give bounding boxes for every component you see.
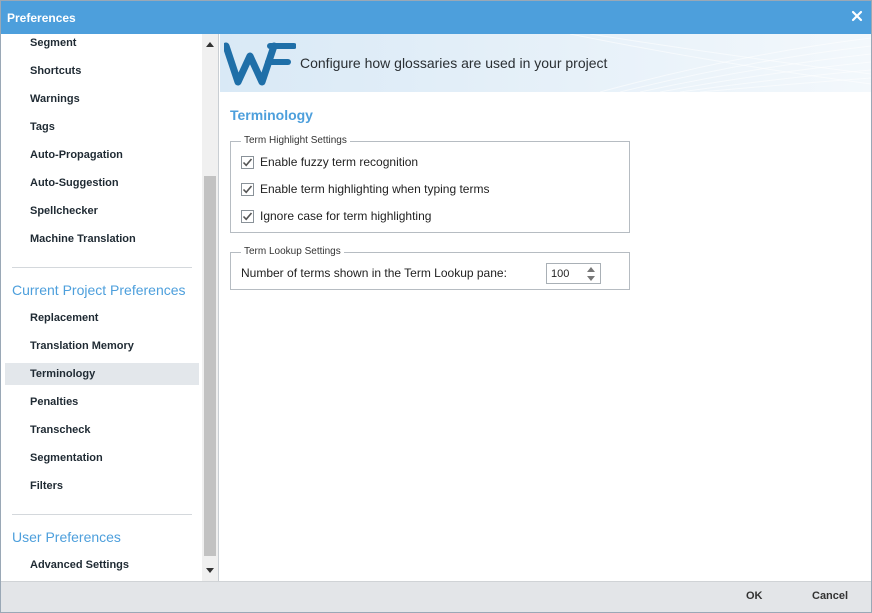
sidebar-item-replacement[interactable]: Replacement: [5, 307, 199, 329]
sidebar-item-machine-translation[interactable]: Machine Translation: [5, 228, 199, 250]
scroll-down-icon[interactable]: [202, 563, 218, 579]
page-title: Terminology: [230, 107, 313, 123]
fuzzy-term-recognition-option[interactable]: Enable fuzzy term recognition: [241, 154, 418, 170]
scrollbar-thumb[interactable]: [204, 176, 216, 556]
ok-button[interactable]: OK: [746, 590, 763, 602]
sidebar-divider: [12, 514, 192, 515]
sidebar-scrollbar[interactable]: [202, 34, 218, 581]
group-legend: Term Highlight Settings: [241, 135, 350, 146]
checkbox-label: Enable fuzzy term recognition: [260, 155, 419, 169]
checkmark-icon: [242, 157, 253, 166]
sidebar-item-advanced-settings[interactable]: Advanced Settings: [5, 554, 199, 576]
checkmark-icon: [242, 211, 253, 220]
sidebar-item-terminology[interactable]: Terminology: [5, 363, 199, 385]
dialog-footer: OK Cancel: [1, 581, 871, 612]
sidebar-item-segmentation[interactable]: Segmentation: [5, 447, 199, 469]
sidebar-item-filters[interactable]: Filters: [5, 475, 199, 497]
header-banner: Configure how glossaries are used in you…: [220, 34, 871, 92]
close-icon[interactable]: [849, 8, 865, 24]
sidebar-item-warnings[interactable]: Warnings: [5, 88, 199, 110]
banner-text: Configure how glossaries are used in you…: [300, 55, 608, 71]
checkbox-label: Enable term highlighting when typing ter…: [260, 182, 490, 196]
scroll-up-icon[interactable]: [202, 36, 218, 52]
group-legend: Term Lookup Settings: [241, 246, 344, 257]
sidebar-item-auto-suggestion[interactable]: Auto-Suggestion: [5, 172, 199, 194]
sidebar-section-user: User Preferences: [12, 529, 121, 545]
title-bar: Preferences: [1, 1, 871, 34]
sidebar-divider: [12, 267, 192, 268]
term-lookup-settings-group: Term Lookup Settings Number of terms sho…: [230, 246, 630, 290]
sidebar-item-penalties[interactable]: Penalties: [5, 391, 199, 413]
sidebar-item-auto-propagation[interactable]: Auto-Propagation: [5, 144, 199, 166]
sidebar-item-spellchecker[interactable]: Spellchecker: [5, 200, 199, 222]
sidebar-item-translation-memory[interactable]: Translation Memory: [5, 335, 199, 357]
term-highlight-settings-group: Term Highlight Settings Enable fuzzy ter…: [230, 135, 630, 233]
stepper-up-icon[interactable]: [585, 265, 597, 274]
ignore-case-checkbox[interactable]: [241, 209, 254, 223]
sidebar-section-current-project: Current Project Preferences: [12, 282, 186, 298]
cancel-button[interactable]: Cancel: [812, 590, 848, 602]
term-count-input[interactable]: [547, 264, 583, 283]
preferences-dialog: Preferences Segment Shortcuts Warnings T…: [0, 0, 872, 613]
checkmark-icon: [242, 184, 253, 193]
checkbox-label: Ignore case for term highlighting: [260, 209, 432, 223]
preferences-sidebar: Segment Shortcuts Warnings Tags Auto-Pro…: [1, 34, 219, 581]
fuzzy-term-recognition-checkbox[interactable]: [241, 155, 254, 169]
highlight-when-typing-option[interactable]: Enable term highlighting when typing ter…: [241, 181, 489, 197]
stepper-down-icon[interactable]: [585, 274, 597, 283]
term-count-label: Number of terms shown in the Term Lookup…: [241, 266, 507, 280]
sidebar-item-segment[interactable]: Segment: [5, 34, 199, 54]
term-count-stepper: [546, 263, 601, 284]
sidebar-item-shortcuts[interactable]: Shortcuts: [5, 60, 199, 82]
sidebar-item-transcheck[interactable]: Transcheck: [5, 419, 199, 441]
wf-logo-icon: [222, 40, 297, 89]
ignore-case-option[interactable]: Ignore case for term highlighting: [241, 208, 431, 224]
highlight-when-typing-checkbox[interactable]: [241, 182, 254, 196]
window-title: Preferences: [7, 11, 76, 25]
sidebar-item-tags[interactable]: Tags: [5, 116, 199, 138]
preferences-content: Configure how glossaries are used in you…: [220, 34, 871, 581]
